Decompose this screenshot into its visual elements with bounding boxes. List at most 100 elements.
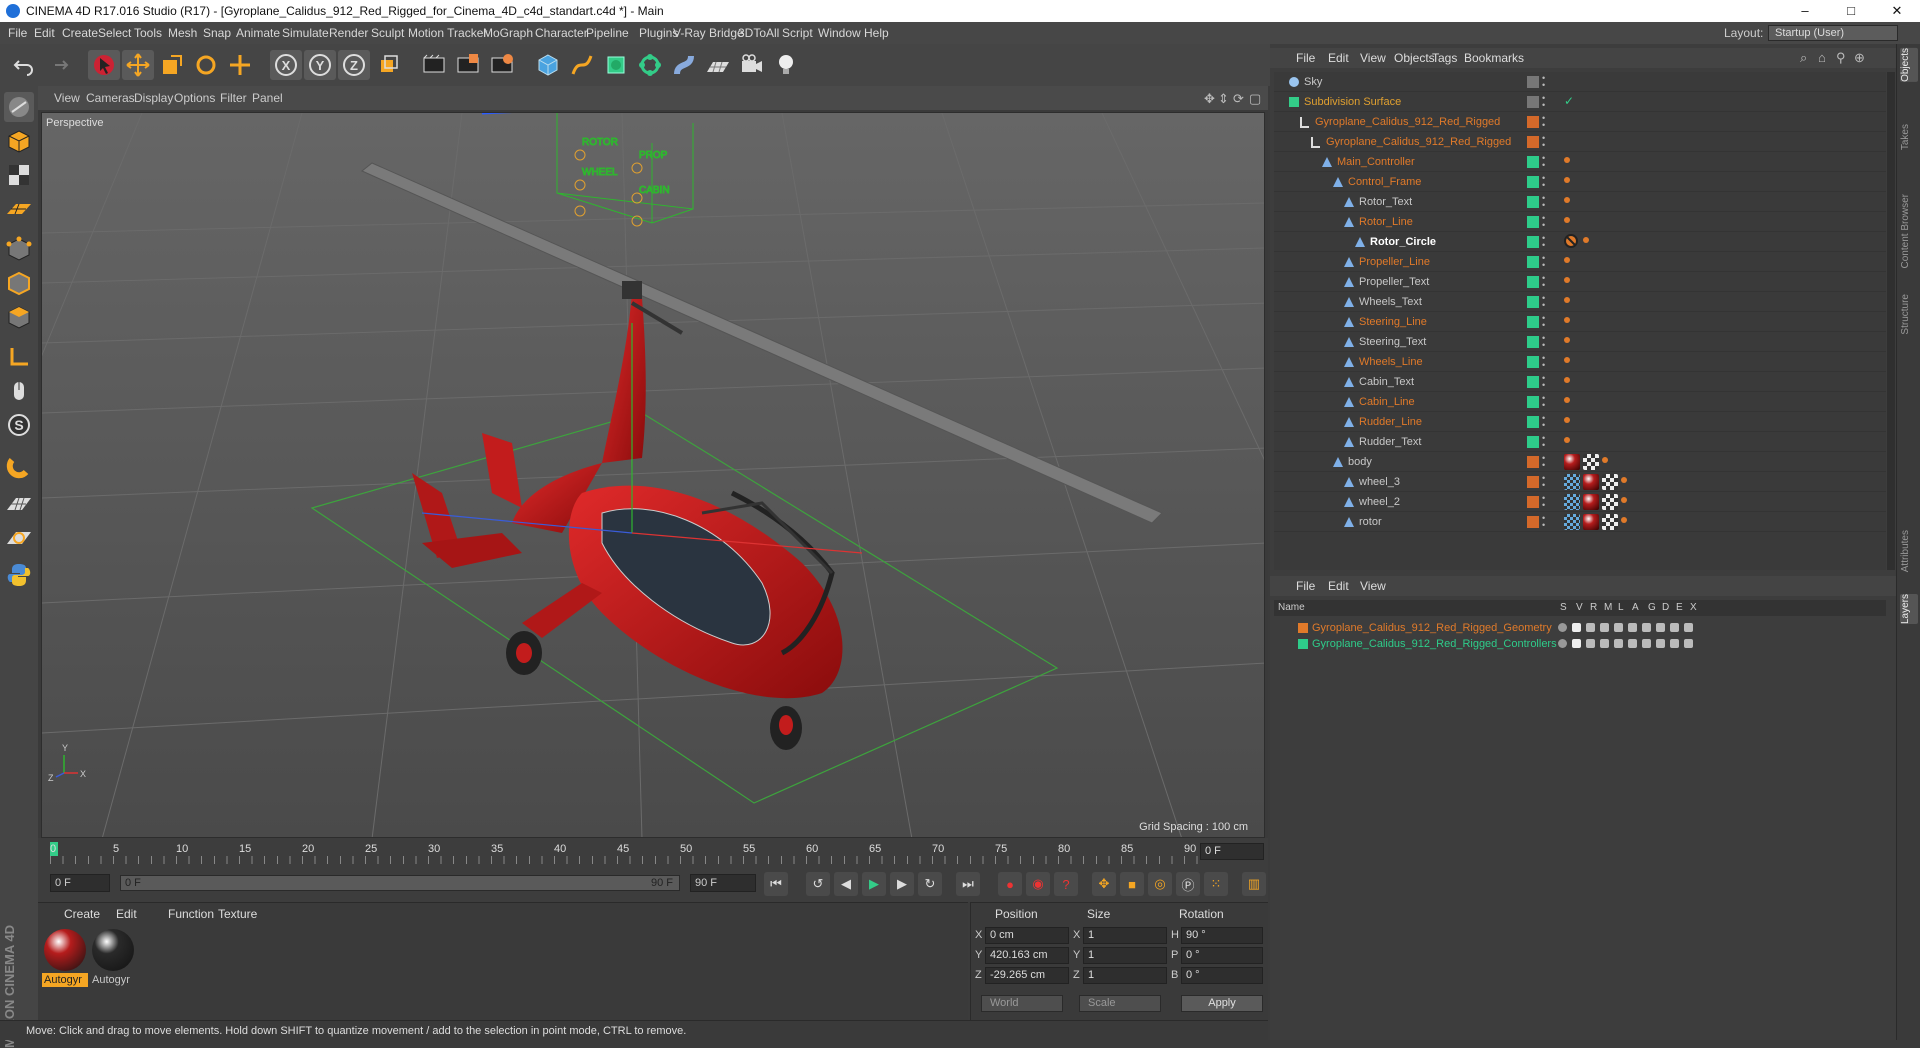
object-row[interactable]: Rotor_Line • • — [1274, 212, 1886, 232]
tag-dot-icon[interactable] — [1564, 417, 1570, 423]
menu-mesh[interactable]: Mesh — [168, 26, 197, 40]
key-pla-icon[interactable]: ⁙ — [1204, 872, 1228, 896]
workplane-lock-icon[interactable] — [4, 524, 34, 554]
menu-edit[interactable]: Edit — [34, 26, 55, 40]
object-row[interactable]: Wheels_Line • • — [1274, 352, 1886, 372]
texture-tag-icon[interactable] — [1602, 474, 1618, 490]
material-swatch[interactable]: Autogyr — [42, 927, 88, 987]
tag-dot-icon[interactable] — [1602, 457, 1608, 463]
uvw-tag-icon[interactable] — [1564, 514, 1580, 530]
visibility-dots[interactable]: • • — [1542, 454, 1548, 470]
menu-animate[interactable]: Animate — [236, 26, 280, 40]
previous-frame-icon[interactable]: ◀ — [834, 872, 858, 896]
previous-key-icon[interactable]: ↺ — [806, 872, 830, 896]
visibility-dots[interactable]: • • — [1542, 74, 1548, 90]
floor-environment-icon[interactable] — [702, 50, 734, 80]
layer-color-swatch[interactable] — [1527, 156, 1539, 168]
tag-dot-icon[interactable] — [1564, 257, 1570, 263]
menu-v-ray-bridge[interactable]: V-Ray Bridge — [673, 26, 744, 40]
tag-dot-icon[interactable] — [1564, 277, 1570, 283]
object-row[interactable]: Propeller_Line • • — [1274, 252, 1886, 272]
render-icon[interactable] — [1586, 623, 1595, 632]
play-icon[interactable]: ▶ — [862, 872, 886, 896]
viewport-menu-filter[interactable]: Filter — [220, 91, 247, 105]
object-row[interactable]: Propeller_Text • • — [1274, 272, 1886, 292]
model-mode-icon[interactable] — [4, 126, 34, 156]
position-x-field[interactable]: 0 cm — [985, 927, 1069, 944]
layer-color-swatch[interactable] — [1527, 96, 1539, 108]
object-menu-bookmarks[interactable]: Bookmarks — [1464, 51, 1524, 65]
layer-color-swatch[interactable] — [1527, 436, 1539, 448]
side-tab-layers[interactable]: Layers — [1900, 594, 1918, 625]
close-button[interactable]: ✕ — [1874, 0, 1920, 22]
generators-icon[interactable] — [1642, 623, 1651, 632]
xref-icon[interactable] — [1684, 623, 1693, 632]
visibility-dots[interactable]: • • — [1542, 394, 1548, 410]
layer-color-swatch[interactable] — [1527, 276, 1539, 288]
tag-dot-icon[interactable] — [1564, 337, 1570, 343]
visibility-dots[interactable]: • • — [1542, 314, 1548, 330]
rotation-b-field[interactable]: 0 ° — [1181, 967, 1263, 984]
menu-simulate[interactable]: Simulate — [282, 26, 329, 40]
layer-color-swatch[interactable] — [1527, 496, 1539, 508]
layer-menu-file[interactable]: File — [1296, 579, 1315, 593]
visibility-dots[interactable]: • • — [1542, 494, 1548, 510]
layer-column-header[interactable]: R — [1590, 602, 1597, 613]
material-tag-icon[interactable] — [1583, 474, 1599, 490]
object-row[interactable]: Rotor_Circle • • — [1274, 232, 1886, 252]
viewport-menu-display[interactable]: Display — [134, 91, 173, 105]
menu-motion-tracker[interactable]: Motion Tracker — [408, 26, 487, 40]
layer-color-swatch[interactable] — [1527, 316, 1539, 328]
layer-color-swatch[interactable] — [1527, 256, 1539, 268]
go-to-end-icon[interactable]: ⏭ — [956, 872, 980, 896]
texture-tag-icon[interactable] — [1602, 494, 1618, 510]
size-z-field[interactable]: 1 — [1083, 967, 1167, 984]
visibility-dots[interactable]: • • — [1542, 174, 1548, 190]
layer-color-swatch[interactable] — [1527, 116, 1539, 128]
points-mode-icon[interactable] — [4, 234, 34, 264]
uvw-tag-icon[interactable] — [1564, 474, 1580, 490]
layer-color-swatch[interactable] — [1527, 236, 1539, 248]
object-tree-scrollbar[interactable] — [1887, 72, 1895, 570]
tag-dot-icon[interactable] — [1564, 437, 1570, 443]
material-menu-edit[interactable]: Edit — [116, 907, 137, 921]
object-row[interactable]: Sky • • — [1274, 72, 1886, 92]
key-scale-icon[interactable]: ■ — [1120, 872, 1144, 896]
range-slider[interactable]: 0 F 90 F — [120, 875, 680, 891]
solo-icon[interactable] — [1558, 639, 1567, 648]
expressions-icon[interactable] — [1670, 623, 1679, 632]
end-frame-field[interactable]: 90 F — [690, 874, 756, 892]
python-icon[interactable] — [4, 560, 34, 590]
keyframe-selection-icon[interactable]: ? — [1054, 872, 1078, 896]
deformers-icon[interactable] — [1656, 623, 1665, 632]
object-row[interactable]: wheel_3 • • — [1274, 472, 1886, 492]
axis-mode-icon[interactable] — [4, 342, 34, 372]
side-tab-takes[interactable]: Takes — [1900, 124, 1918, 150]
visibility-dots[interactable]: • • — [1542, 354, 1548, 370]
side-tab-content-browser[interactable]: Content Browser — [1900, 194, 1918, 268]
new-view-icon[interactable]: ⊕ — [1854, 50, 1865, 66]
x-axis-lock-icon[interactable]: X — [270, 50, 302, 80]
material-tag-icon[interactable] — [1583, 514, 1599, 530]
key-rotation-icon[interactable]: ◎ — [1148, 872, 1172, 896]
menu-sculpt[interactable]: Sculpt — [371, 26, 404, 40]
layer-column-header[interactable]: Name — [1278, 602, 1305, 613]
deformer-bend-icon[interactable] — [668, 50, 700, 80]
deformers-icon[interactable] — [1656, 639, 1665, 648]
menu-mograph[interactable]: MoGraph — [483, 26, 533, 40]
manager-icon[interactable] — [1600, 639, 1609, 648]
timeline-window-icon[interactable]: ▥ — [1242, 872, 1266, 896]
search-icon[interactable]: ⌕ — [1800, 50, 1807, 66]
visibility-dots[interactable]: • • — [1542, 134, 1548, 150]
object-menu-edit[interactable]: Edit — [1328, 51, 1349, 65]
autokey-icon[interactable]: ◉ — [1026, 872, 1050, 896]
menu-render[interactable]: Render — [329, 26, 368, 40]
view-icon[interactable] — [1572, 639, 1581, 648]
layer-column-header[interactable]: L — [1618, 602, 1624, 613]
redo-icon[interactable] — [42, 50, 74, 80]
tweak-mode-icon[interactable] — [4, 376, 34, 406]
object-menu-objects[interactable]: Objects — [1394, 51, 1435, 65]
object-row[interactable]: body • • — [1274, 452, 1886, 472]
rotation-h-field[interactable]: 90 ° — [1181, 927, 1263, 944]
menu-pipeline[interactable]: Pipeline — [586, 26, 629, 40]
